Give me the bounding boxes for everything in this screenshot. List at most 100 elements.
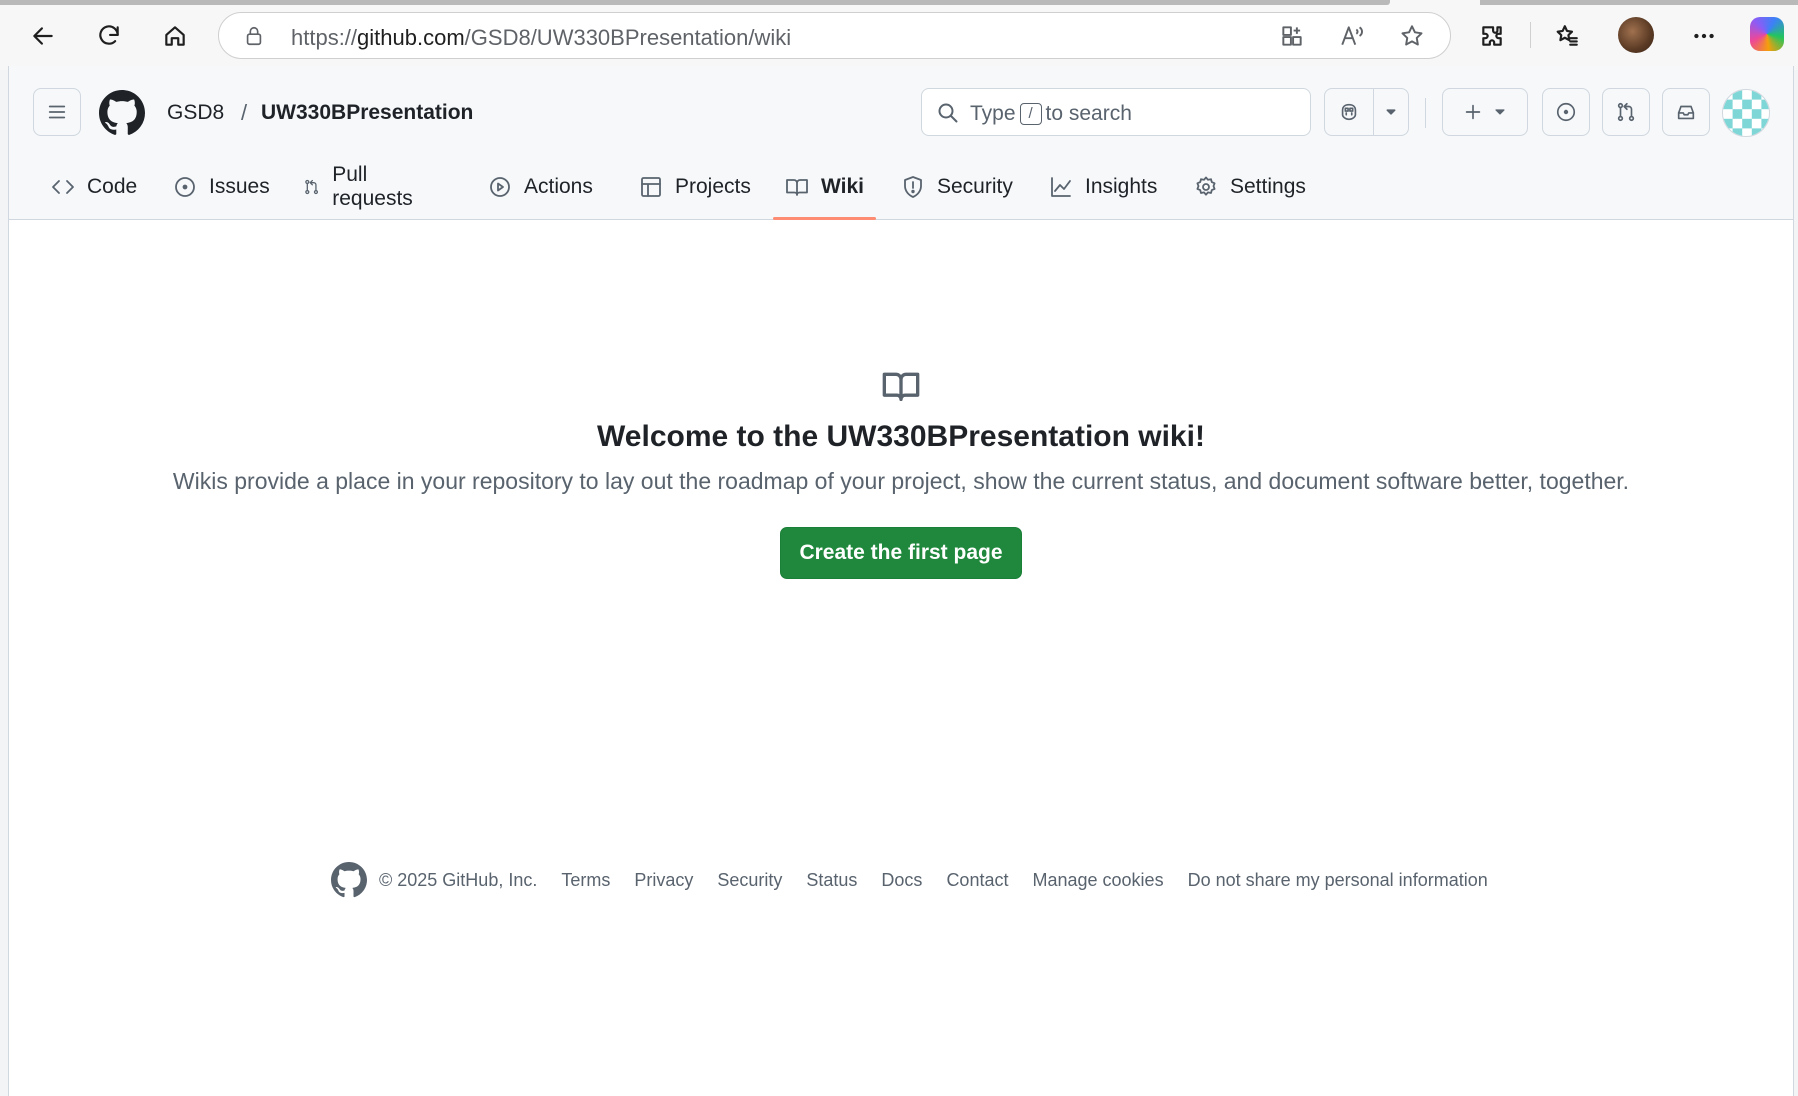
triangle-down-icon: [1386, 109, 1396, 115]
toolbar-divider: [1530, 22, 1531, 48]
identicon-icon: [1723, 90, 1769, 136]
search-placeholder: Type / to search: [970, 102, 1132, 126]
tab-label: Wiki: [821, 175, 864, 198]
favorites-list-icon: [1556, 25, 1578, 46]
create-first-page-button[interactable]: Create the first page: [780, 527, 1022, 579]
blankslate-description: Wikis provide a place in your repository…: [172, 468, 1630, 494]
tab-insights[interactable]: Insights: [1049, 154, 1157, 220]
pull-requests-button[interactable]: [1602, 88, 1650, 136]
footer-link-manage-cookies[interactable]: Manage cookies: [1032, 870, 1163, 891]
footer-link-status[interactable]: Status: [806, 870, 857, 891]
wiki-blankslate: Welcome to the UW330BPresentation wiki! …: [9, 366, 1793, 579]
back-button[interactable]: [21, 14, 65, 58]
graph-icon: [1051, 177, 1071, 197]
back-arrow-icon: [33, 27, 53, 45]
plus-icon: [1465, 104, 1481, 120]
url-text[interactable]: https://github.com/GSD8/UW330BPresentati…: [291, 25, 791, 51]
gear-icon: [1196, 176, 1216, 196]
copilot-dropdown-button[interactable]: [1373, 88, 1409, 136]
tab-actions[interactable]: Actions: [488, 154, 593, 220]
breadcrumb-owner[interactable]: GSD8: [167, 101, 224, 125]
favorite-star-icon[interactable]: [1399, 23, 1427, 51]
tab-label: Actions: [524, 175, 593, 198]
table-icon: [641, 177, 661, 197]
tab-label: Security: [937, 175, 1013, 198]
github-logo-icon[interactable]: [99, 90, 145, 136]
footer-link-contact[interactable]: Contact: [946, 870, 1008, 891]
global-nav-menu-button[interactable]: [33, 88, 81, 136]
tab-label: Issues: [209, 175, 270, 198]
tab-label: Settings: [1230, 175, 1306, 198]
tab-strip-edge: [1480, 0, 1798, 5]
tab-label: Projects: [675, 175, 751, 198]
footer-link-privacy[interactable]: Privacy: [634, 870, 693, 891]
extensions-button[interactable]: [1470, 14, 1514, 58]
issue-opened-icon: [1556, 102, 1576, 122]
pull-request-icon: [305, 179, 319, 195]
search-placeholder-end: to search: [1045, 102, 1132, 125]
address-bar[interactable]: https://github.com/GSD8/UW330BPresentati…: [218, 12, 1451, 59]
breadcrumb-separator: /: [241, 100, 248, 125]
tab-settings[interactable]: Settings: [1194, 154, 1306, 220]
copilot-icon: [1341, 103, 1357, 121]
refresh-button[interactable]: [87, 14, 131, 58]
issue-icon: [175, 177, 195, 197]
code-icon: [52, 180, 74, 194]
footer-link-docs[interactable]: Docs: [881, 870, 922, 891]
shield-icon: [904, 176, 922, 198]
pull-request-icon: [1617, 102, 1635, 122]
play-icon: [490, 177, 510, 197]
ellipsis-icon: [1694, 33, 1714, 39]
inbox-button[interactable]: [1662, 88, 1710, 136]
blankslate-title: Welcome to the UW330BPresentation wiki!: [597, 420, 1205, 453]
breadcrumb-repo[interactable]: UW330BPresentation: [261, 101, 473, 125]
url-host: github.com: [357, 25, 465, 50]
copilot-button[interactable]: [1324, 88, 1374, 136]
footer-copyright: © 2025 GitHub, Inc.: [379, 869, 538, 890]
tab-strip-edge: [0, 0, 1390, 5]
footer-link-do-not-share[interactable]: Do not share my personal information: [1188, 870, 1488, 891]
browser-toolbar: https://github.com/GSD8/UW330BPresentati…: [0, 0, 1798, 70]
read-aloud-icon[interactable]: [1339, 23, 1367, 51]
create-new-button[interactable]: [1442, 88, 1528, 136]
footer-link-terms[interactable]: Terms: [561, 870, 610, 891]
puzzle-icon: [1482, 26, 1502, 46]
search-shortcut-key: /: [1019, 103, 1042, 125]
tab-label: Insights: [1085, 175, 1158, 198]
tab-wiki[interactable]: Wiki: [773, 154, 876, 220]
book-icon: [786, 179, 808, 196]
issues-button[interactable]: [1542, 88, 1590, 136]
tab-code[interactable]: Code: [51, 154, 137, 220]
more-menu-button[interactable]: [1682, 14, 1726, 58]
search-placeholder-start: Type: [970, 102, 1016, 125]
copilot-icon[interactable]: [1750, 17, 1784, 51]
favorites-button[interactable]: [1545, 14, 1589, 58]
triangle-down-icon: [1495, 109, 1505, 115]
browser-profile-avatar[interactable]: [1618, 17, 1654, 53]
search-input[interactable]: Type / to search: [921, 88, 1311, 136]
tab-issues[interactable]: Issues: [173, 154, 270, 220]
lock-icon: [246, 26, 262, 46]
home-icon: [165, 26, 185, 46]
tab-security[interactable]: Security: [901, 154, 1013, 220]
refresh-icon: [99, 25, 119, 45]
home-button[interactable]: [153, 14, 197, 58]
app-available-icon[interactable]: [1279, 23, 1307, 51]
footer-link-security[interactable]: Security: [717, 870, 782, 891]
tab-pull-requests[interactable]: Pull requests: [303, 154, 420, 220]
tab-label: Pull requests: [332, 163, 413, 210]
site-footer: © 2025 GitHub, Inc. Terms Privacy Securi…: [331, 860, 1488, 900]
header-divider: [1425, 98, 1426, 128]
tab-projects[interactable]: Projects: [639, 154, 751, 220]
page: GSD8 / UW330BPresentation Type / to search: [8, 66, 1794, 1096]
repo-header: GSD8 / UW330BPresentation Type / to search: [9, 66, 1793, 220]
hamburger-icon: [48, 105, 66, 119]
url-prefix: https://: [291, 25, 358, 50]
user-avatar[interactable]: [1722, 89, 1770, 137]
github-footer-logo-icon[interactable]: [331, 862, 367, 898]
inbox-icon: [1677, 105, 1695, 120]
book-icon: [881, 366, 921, 406]
tab-label: Code: [87, 175, 138, 198]
search-icon: [938, 103, 958, 123]
url-path: /GSD8/UW330BPresentation/wiki: [464, 25, 792, 50]
